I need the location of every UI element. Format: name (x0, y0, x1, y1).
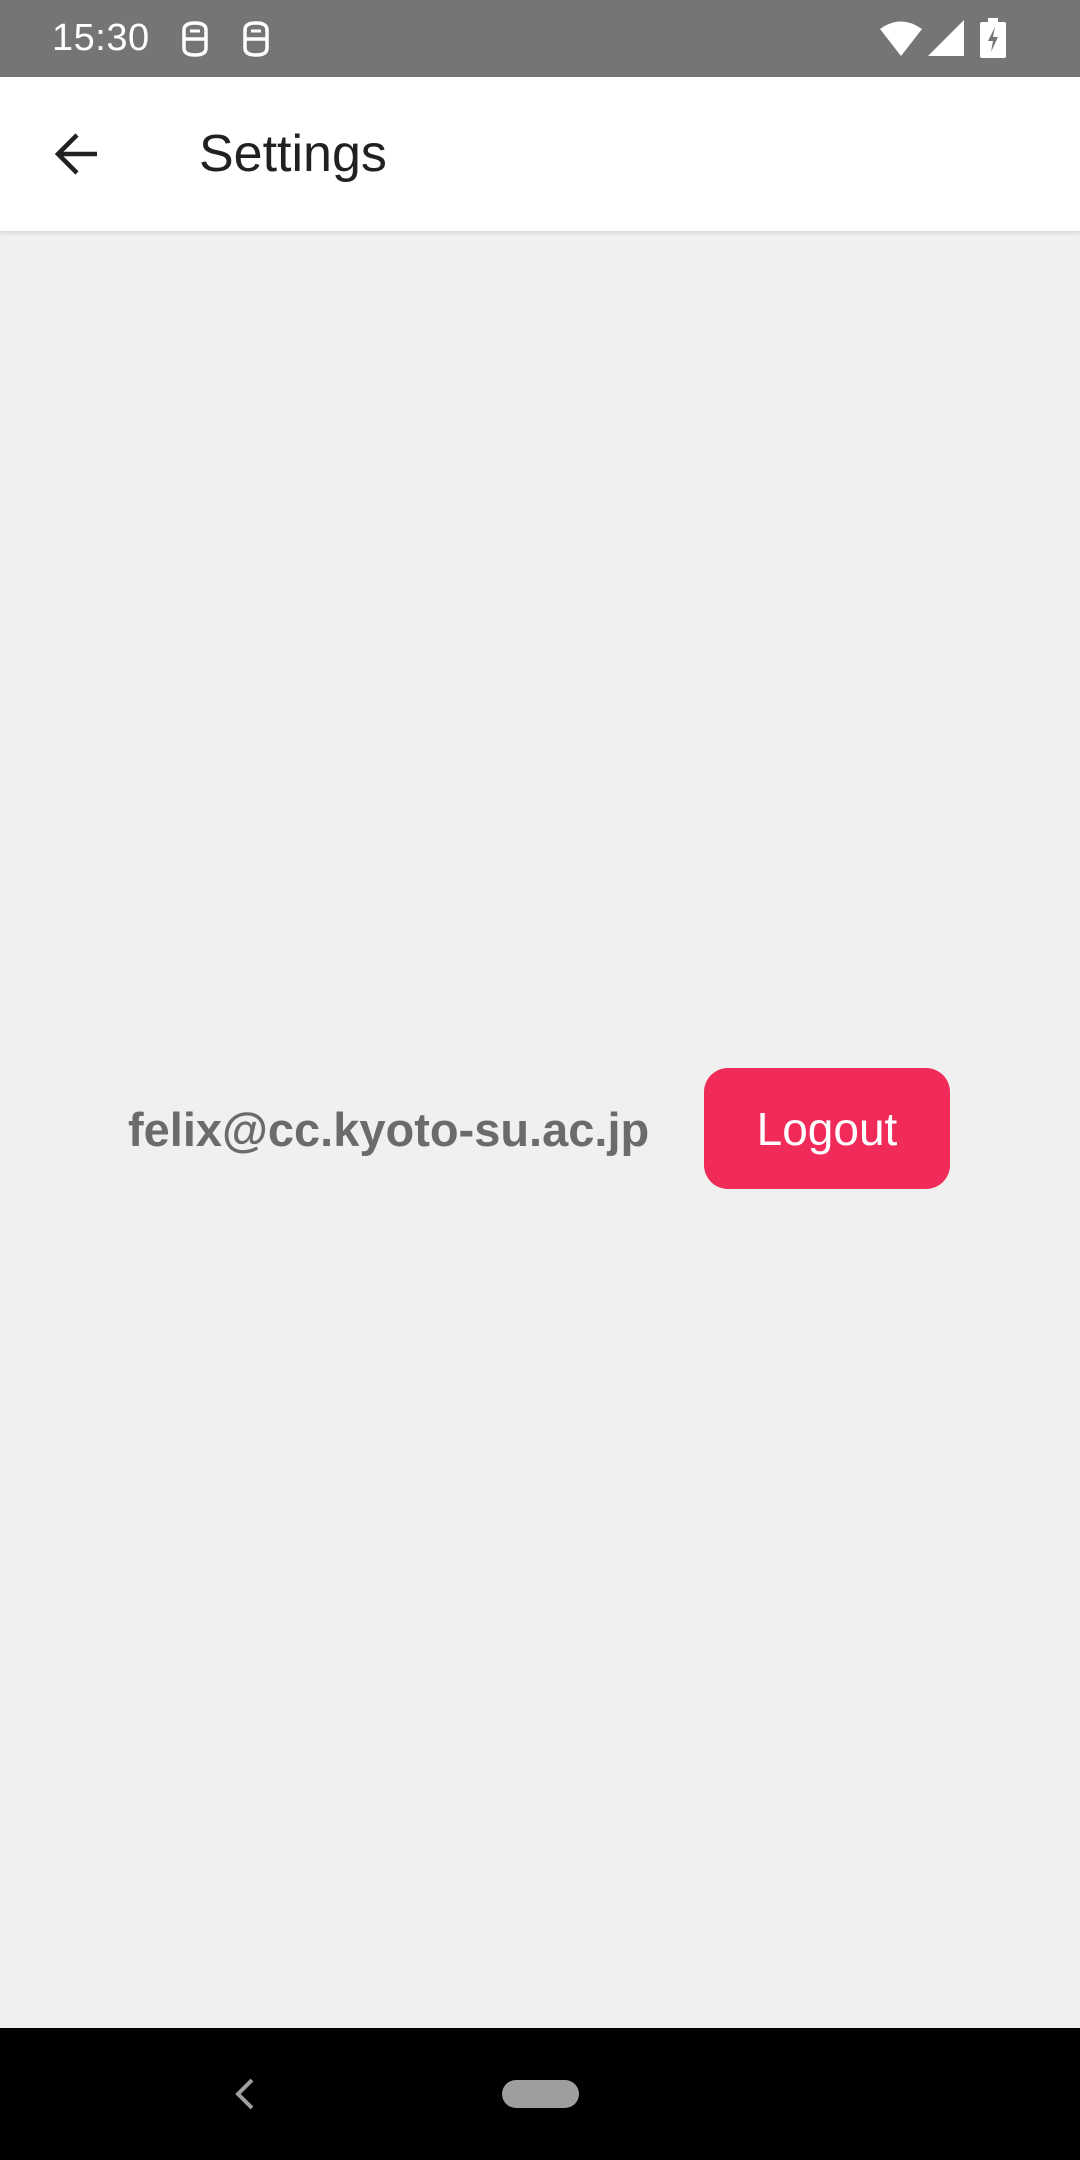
cell-signal-icon (928, 20, 964, 56)
page-title: Settings (199, 125, 387, 183)
status-bar: 15:30 (0, 0, 1080, 77)
logout-button[interactable]: Logout (704, 1068, 950, 1189)
battery-charging-icon (980, 18, 1006, 58)
app-notification-icon (243, 21, 269, 57)
back-button[interactable] (37, 114, 117, 194)
status-time: 15:30 (52, 17, 150, 59)
account-email: felix@cc.kyoto-su.ac.jp (128, 1103, 650, 1156)
app-bar: Settings (0, 77, 1080, 231)
navigation-bar (0, 2028, 1080, 2160)
nav-home-pill[interactable] (502, 2080, 579, 2108)
nav-back-icon[interactable] (222, 2064, 262, 2124)
arrow-back-icon (54, 133, 97, 175)
app-notification-icon (182, 21, 208, 57)
wifi-icon (880, 21, 922, 56)
